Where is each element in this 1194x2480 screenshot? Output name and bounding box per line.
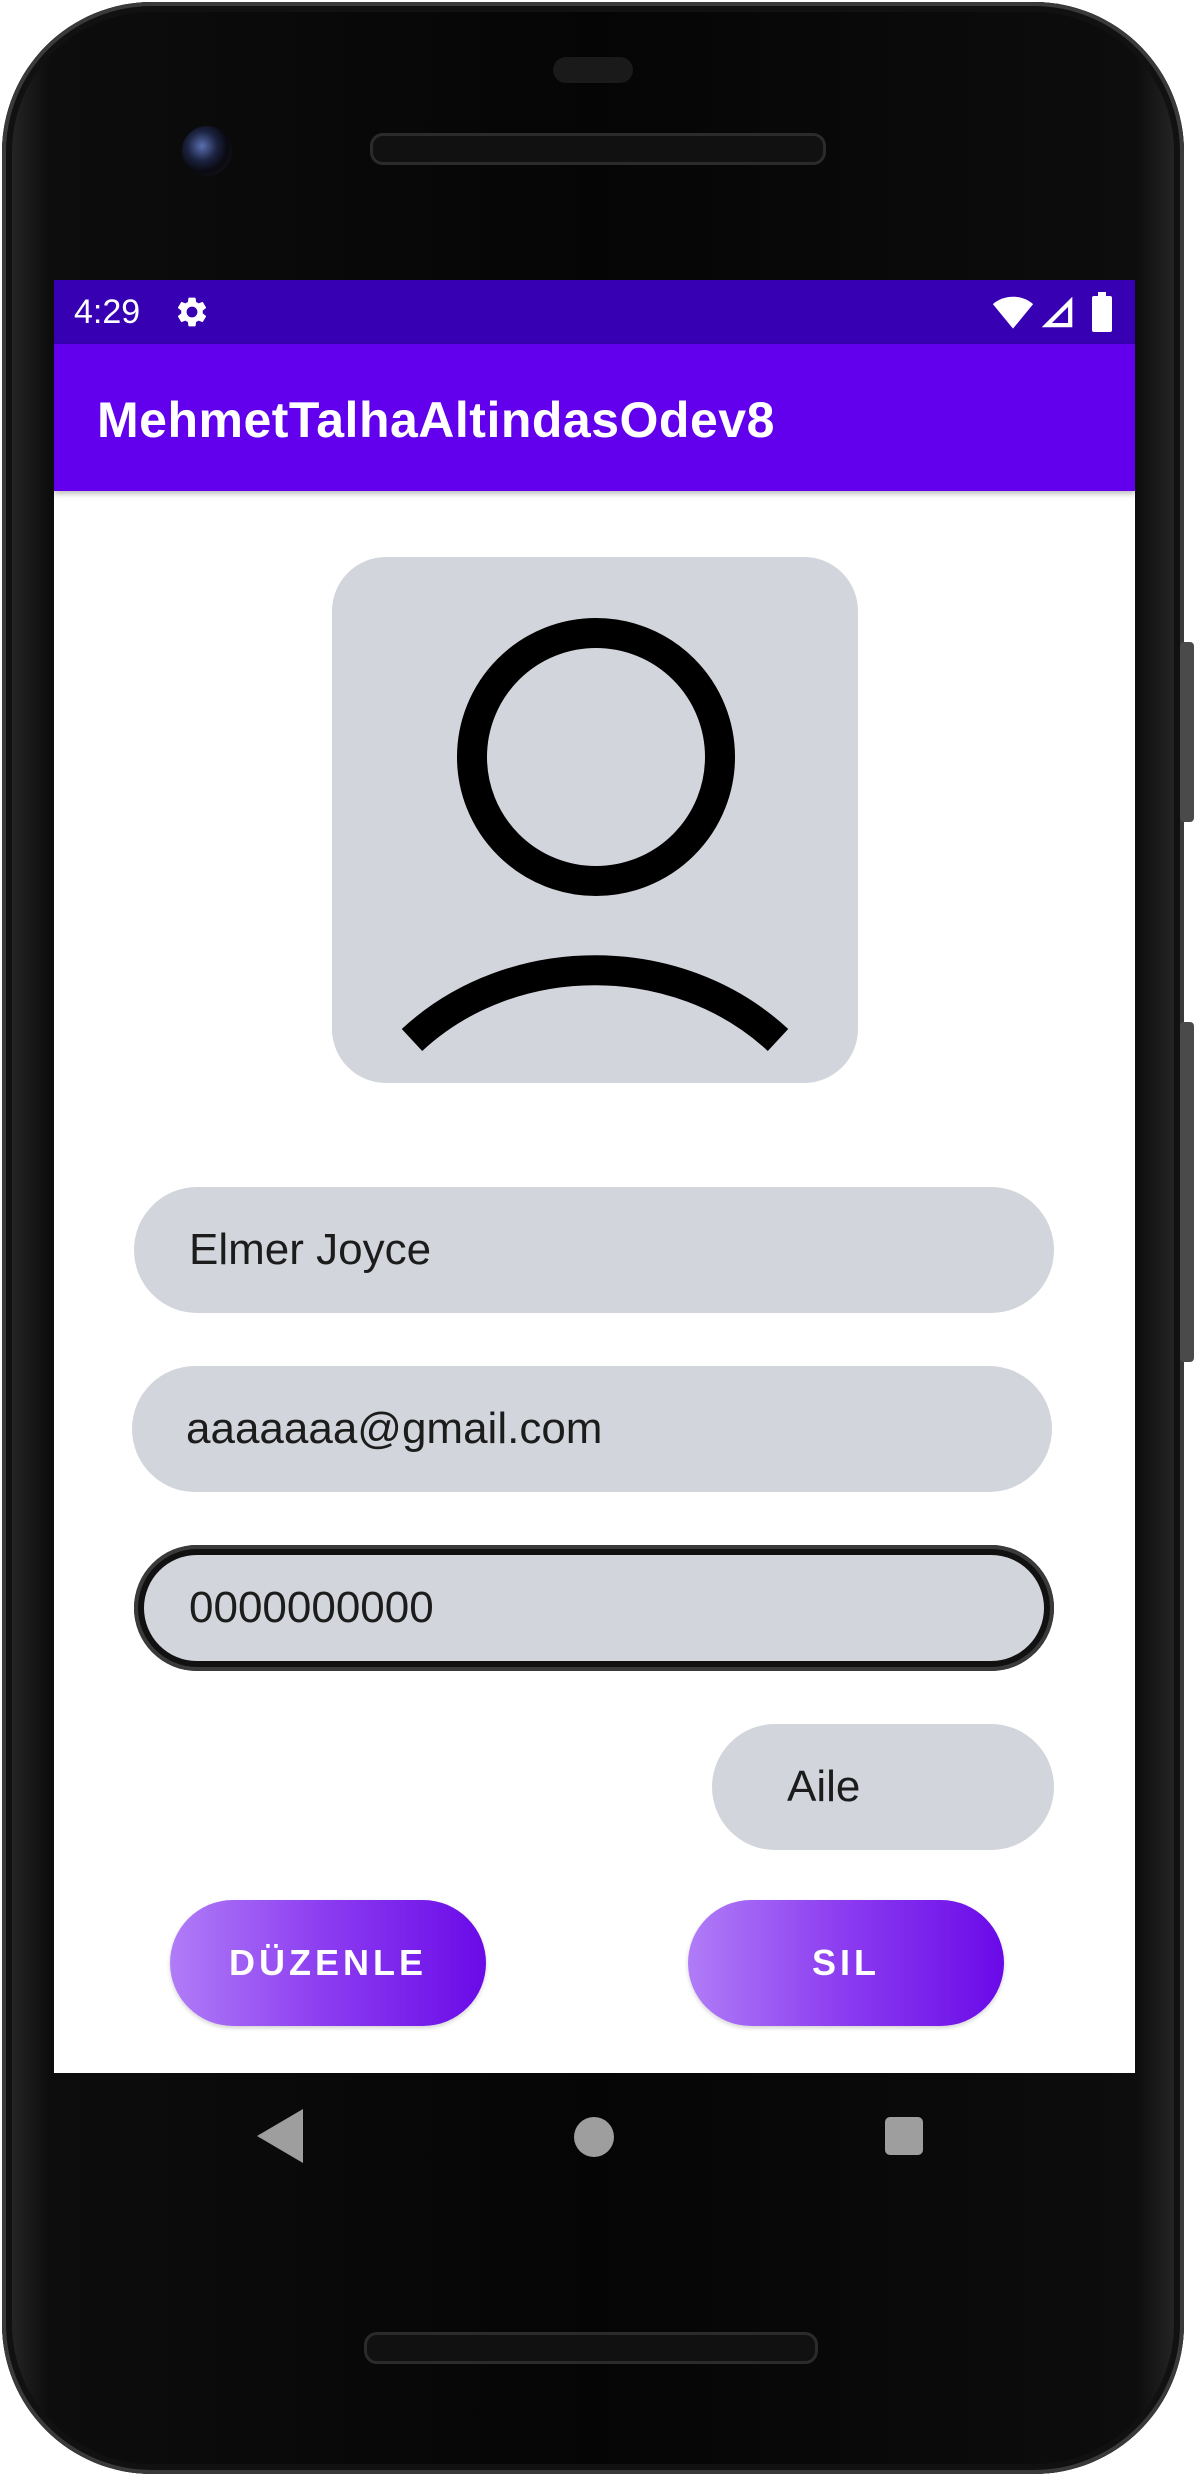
contact-avatar[interactable] [332,557,858,1083]
recents-icon[interactable] [885,2117,923,2155]
delete-button[interactable]: SIL [688,1900,1004,2026]
battery-icon [1092,292,1112,332]
power-button [1180,642,1194,822]
phone-field[interactable]: 0000000000 [134,1545,1054,1671]
status-bar: 4:29 [54,280,1135,344]
front-camera [182,126,232,176]
app-title: MehmetTalhaAltindasOdev8 [97,392,775,448]
gear-icon [177,297,207,327]
proximity-sensor [553,57,633,83]
app-bar: MehmetTalhaAltindasOdev8 [54,344,1135,491]
edit-button[interactable]: DÜZENLE [170,1900,486,2026]
person-icon [401,618,789,1052]
app-screen: 4:29 MehmetTalhaAltindasOdev8 Elmer Joyc… [54,280,1135,2073]
back-icon[interactable] [257,2109,303,2163]
device-frame: 4:29 MehmetTalhaAltindasOdev8 Elmer Joyc… [2,2,1194,2474]
volume-rocker [1180,1022,1194,1362]
wifi-icon [992,296,1034,329]
status-time: 4:29 [74,293,141,331]
bottom-speaker [364,2332,818,2364]
category-field[interactable]: Aile [712,1724,1054,1850]
cell-signal-icon [1041,296,1073,328]
name-field[interactable]: Elmer Joyce [134,1187,1054,1313]
earpiece-speaker [370,133,826,165]
home-icon[interactable] [574,2117,614,2157]
email-field[interactable]: aaaaaaa@gmail.com [132,1366,1052,1492]
